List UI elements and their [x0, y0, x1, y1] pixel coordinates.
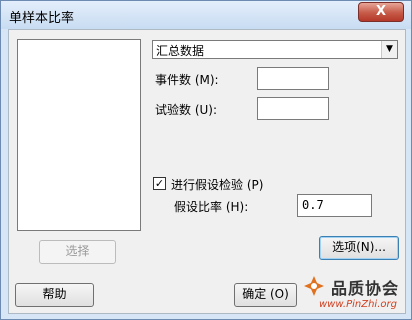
window-title: 单样本比率 — [9, 11, 75, 26]
data-type-selected: 汇总数据 — [156, 44, 205, 58]
trials-label: 试验数 (U): — [155, 103, 218, 117]
close-icon: X — [375, 4, 387, 19]
select-button[interactable]: 选择 — [39, 240, 116, 264]
title-bar[interactable]: 单样本比率 X — [1, 1, 411, 29]
watermark-brand: 品质协会 — [331, 279, 400, 298]
dialog-window: 单样本比率 X 选择 汇总数据 ▼ 事件数 (M): 试验数 (U): ✓ 进行… — [0, 0, 412, 320]
watermark-logo-icon — [304, 276, 324, 296]
hypothesis-test-label[interactable]: 进行假设检验 (P) — [171, 176, 263, 193]
data-type-dropdown[interactable]: 汇总数据 ▼ — [152, 40, 398, 59]
variable-listbox[interactable] — [17, 39, 141, 231]
hypothesized-ratio-label: 假设比率 (H): — [174, 200, 249, 214]
events-input[interactable] — [257, 67, 329, 90]
hypothesis-test-checkbox[interactable]: ✓ — [153, 177, 166, 190]
events-label: 事件数 (M): — [155, 73, 219, 87]
chevron-down-icon[interactable]: ▼ — [381, 41, 397, 58]
close-button[interactable]: X — [358, 2, 404, 22]
help-button[interactable]: 帮助 — [15, 283, 94, 307]
hypothesized-ratio-input[interactable]: 0.7 — [297, 194, 372, 217]
watermark: 品质协会 www.PinZhi.org — [299, 271, 411, 319]
ok-button[interactable]: 确定 (O) — [234, 283, 297, 307]
trials-input[interactable] — [257, 97, 329, 120]
watermark-url: www.PinZhi.org — [319, 299, 397, 310]
check-icon: ✓ — [154, 177, 165, 190]
options-button[interactable]: 选项(N)... — [319, 236, 399, 260]
